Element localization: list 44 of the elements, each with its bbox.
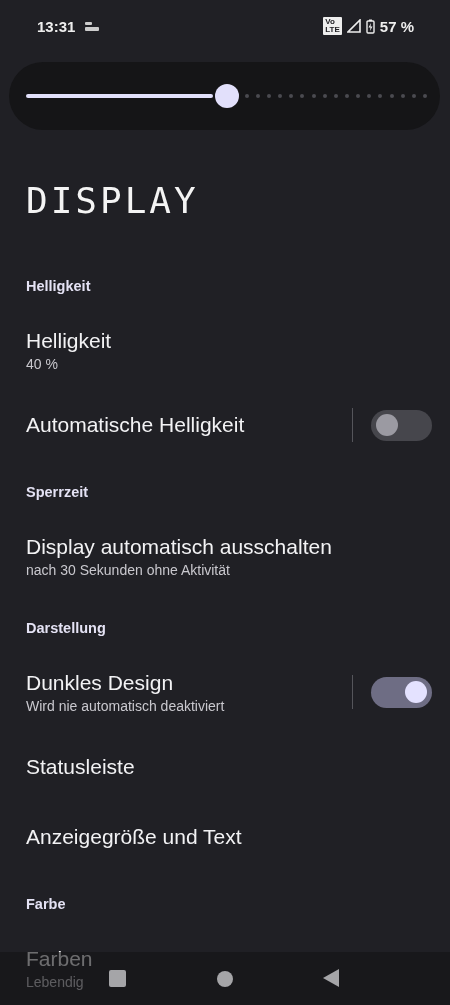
slider-tick xyxy=(367,94,372,98)
signal-icon xyxy=(346,19,361,33)
battery-charging-icon xyxy=(365,18,375,34)
slider-tick xyxy=(311,94,316,98)
slider-tick xyxy=(378,94,383,98)
notification-icon xyxy=(85,21,100,31)
setting-title[interactable]: Display automatisch ausschalten xyxy=(26,534,332,559)
home-icon[interactable] xyxy=(217,971,233,987)
section-header: Sperrzeit xyxy=(25,483,90,502)
clock: 13:31 xyxy=(37,17,76,35)
setting-summary: Wird nie automatisch deaktiviert xyxy=(26,697,225,714)
battery-percent: 57 % xyxy=(379,17,414,35)
setting-title[interactable]: Dunkles Design xyxy=(26,670,174,695)
slider-tick xyxy=(411,94,416,98)
slider-tick xyxy=(255,94,260,98)
slider-tick xyxy=(356,94,361,98)
back-icon[interactable] xyxy=(323,969,339,987)
section-header: Farbe xyxy=(25,895,67,914)
slider-tick xyxy=(278,94,283,98)
brightness-slider[interactable] xyxy=(26,86,427,106)
slider-tick xyxy=(423,94,427,98)
volte-badge: Vo LTE xyxy=(323,17,342,35)
slider-tick xyxy=(389,94,394,98)
toggle-switch[interactable] xyxy=(371,409,432,441)
slider-tick xyxy=(345,94,349,98)
setting-summary: Lebendig xyxy=(26,973,84,990)
setting-title[interactable]: Helligkeit xyxy=(26,328,112,353)
slider-tick xyxy=(244,94,249,98)
slider-tick xyxy=(322,94,327,98)
setting-summary: nach 30 Sekunden ohne Aktivität xyxy=(26,561,230,578)
slider-tick xyxy=(333,94,338,98)
setting-title[interactable]: Statusleiste xyxy=(26,755,135,779)
setting-summary: 40 % xyxy=(26,355,58,372)
slider-thumb[interactable] xyxy=(214,84,239,108)
page-title: DISPLAY xyxy=(26,180,200,223)
setting-title[interactable]: Automatische Helligkeit xyxy=(26,413,245,437)
section-header: Darstellung xyxy=(25,619,107,638)
slider-tick xyxy=(267,94,272,98)
slider-tick xyxy=(400,94,405,98)
setting-title[interactable]: Anzeigegröße und Text xyxy=(26,825,242,849)
section-header: Helligkeit xyxy=(25,277,92,296)
slider-tick xyxy=(289,94,294,98)
slider-tick xyxy=(300,94,305,98)
toggle-switch[interactable] xyxy=(371,676,432,708)
